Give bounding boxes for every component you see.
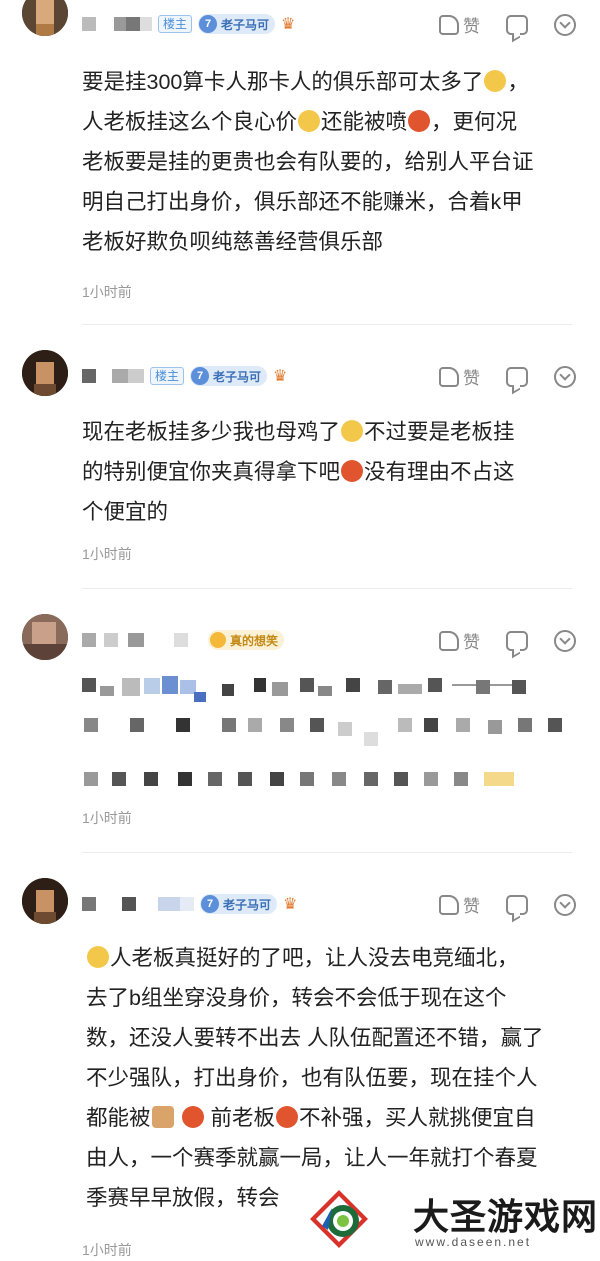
reply-icon[interactable] — [506, 366, 528, 387]
crown-icon: ♛ — [281, 16, 296, 33]
level-title: 老子马可 — [213, 369, 262, 384]
like-button[interactable]: 赞 — [439, 12, 480, 37]
like-button[interactable]: 赞 — [439, 892, 480, 917]
username[interactable] — [82, 897, 194, 911]
text-line: 前老板 — [210, 1106, 275, 1130]
text-line: 数，还没人要转不出去 人队伍配置还不错，赢了 — [86, 1026, 544, 1050]
like-button[interactable]: 赞 — [439, 628, 480, 653]
level-title: 老子马可 — [223, 897, 272, 912]
avatar[interactable] — [22, 0, 68, 36]
username[interactable] — [82, 633, 202, 647]
more-icon[interactable] — [554, 365, 576, 388]
text-line: 没有理由不占这 — [364, 460, 515, 484]
text-line: 要是挂300算卡人那卡人的俱乐部可太多了 — [82, 70, 484, 94]
avatar[interactable] — [22, 350, 68, 396]
text-line: 个便宜的 — [82, 500, 169, 524]
divider — [82, 324, 572, 325]
like-label: 赞 — [463, 897, 480, 916]
timestamp: 1小时前 — [82, 1242, 132, 1258]
emoji-icon — [484, 70, 507, 92]
more-icon[interactable] — [554, 893, 576, 916]
text-line: 老板要是挂的更贵也会有队要的，给别人平台证 — [82, 150, 534, 174]
text-line: 不少强队，打出身价，也有队伍要，现在挂个人 — [86, 1066, 538, 1090]
reply-icon[interactable] — [506, 894, 528, 915]
avatar[interactable] — [22, 614, 68, 660]
more-icon[interactable] — [554, 629, 576, 652]
horse-emoji-icon — [151, 1106, 174, 1128]
like-label: 赞 — [463, 369, 480, 388]
title-badge: 真的想笑 — [208, 630, 285, 650]
text-line: 明自己打出身价，俱乐部还不能赚米，合着k甲 — [82, 190, 523, 214]
text-line: 不过要是老板挂 — [364, 420, 515, 444]
watermark-logo-icon — [310, 1190, 368, 1248]
coin-icon — [210, 632, 226, 648]
level-badge: 7 老子马可 — [200, 894, 278, 914]
text-line: 的特别便宜你夹真得拿下吧 — [82, 460, 341, 484]
thumbs-up-icon — [439, 894, 459, 915]
crown-icon: ♛ — [283, 896, 298, 913]
reply-icon[interactable] — [506, 630, 528, 651]
level-badge: 7 老子马可 — [190, 366, 268, 386]
emoji-icon — [298, 110, 321, 132]
comment-text: 要是挂300算卡人那卡人的俱乐部可太多了， 人老板挂这么个良心价 还能被喷 ，更何况… — [82, 62, 582, 262]
username[interactable] — [82, 369, 144, 383]
level-number: 7 — [201, 895, 219, 913]
text-line: 现在老板挂多少我也母鸡了 — [82, 420, 341, 444]
level-badge: 7 老子马可 — [198, 14, 276, 34]
timestamp: 1小时前 — [82, 546, 132, 562]
pixelated-content — [82, 676, 582, 786]
watermark: 大圣游戏网 www.daseen.net — [305, 1180, 600, 1261]
reply-icon[interactable] — [506, 14, 528, 35]
divider — [82, 588, 572, 589]
watermark-title: 大圣游戏网 — [413, 1196, 599, 1237]
thumbs-up-icon — [439, 366, 459, 387]
like-label: 赞 — [463, 17, 480, 36]
text-line: 由人，一个赛季就赢一局，让人一年就打个春夏 — [86, 1146, 538, 1170]
owner-badge: 楼主 — [158, 15, 193, 33]
text-line: 去了b组坐穿没身价，转会不会低于现在这个 — [86, 986, 507, 1010]
level-number: 7 — [199, 15, 218, 33]
emoji-icon — [408, 110, 431, 132]
text-line: 不补强，买人就挑便宜自 — [299, 1106, 536, 1130]
text-line: ，更何况 — [431, 110, 518, 134]
text-line: 人老板真挺好的了吧，让人没去电竞缅北， — [110, 946, 519, 970]
thumbs-up-icon — [439, 630, 459, 651]
comment-text: 人老板真挺好的了吧，让人没去电竞缅北， 去了b组坐穿没身价，转会不会低于现在这个… — [86, 938, 586, 1218]
text-line: 还能被喷 — [321, 110, 408, 134]
emoji-icon — [276, 1106, 298, 1128]
username[interactable] — [82, 17, 152, 31]
like-label: 赞 — [463, 633, 480, 652]
owner-badge: 楼主 — [150, 367, 185, 385]
comment-text: 现在老板挂多少我也母鸡了 不过要是老板挂 的特别便宜你夹真得拿下吧 没有理由不占这 … — [82, 412, 582, 532]
level-title: 真的想笑 — [230, 633, 279, 648]
text-line: 老板好欺负呗纯慈善经营俱乐部 — [82, 230, 384, 254]
level-title: 老子马可 — [221, 17, 270, 32]
crown-icon: ♛ — [273, 368, 288, 385]
divider — [82, 852, 572, 853]
watermark-url: www.daseen.net — [415, 1235, 532, 1249]
emoji-icon — [341, 460, 364, 482]
text-line: 都能被 — [86, 1106, 151, 1130]
level-number: 7 — [191, 367, 210, 385]
emoji-icon — [87, 946, 109, 968]
text-line: 人老板挂这么个良心价 — [82, 110, 298, 134]
more-icon[interactable] — [554, 13, 576, 36]
emoji-icon — [181, 1106, 204, 1128]
emoji-icon — [341, 420, 364, 442]
like-button[interactable]: 赞 — [439, 364, 480, 389]
timestamp: 1小时前 — [82, 284, 132, 300]
thumbs-up-icon — [439, 14, 459, 35]
avatar[interactable] — [22, 878, 68, 924]
timestamp: 1小时前 — [82, 810, 132, 826]
